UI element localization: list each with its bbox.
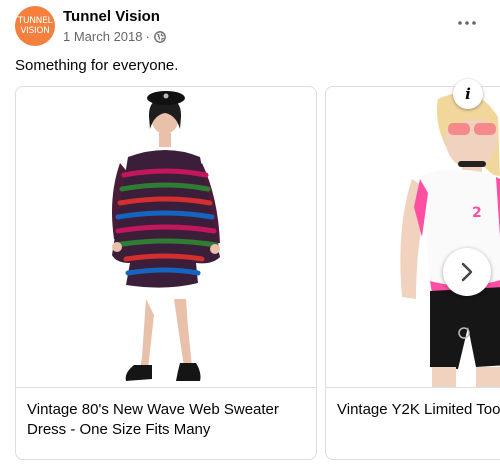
carousel-card[interactable]: Vintage 80's New Wave Web Sweater Dress …	[15, 86, 317, 460]
chevron-right-icon[interactable]	[443, 248, 491, 296]
post-date[interactable]: 1 March 2018	[63, 29, 143, 44]
page-avatar[interactable]: TUNNEL VISION	[15, 6, 55, 46]
product-image[interactable]: 2	[326, 87, 500, 387]
post-meta: 1 March 2018 ·	[63, 29, 166, 44]
card-divider	[16, 387, 316, 388]
meta-separator: ·	[145, 29, 150, 44]
card-title[interactable]: Vintage 80's New Wave Web Sweater Dress …	[27, 400, 308, 440]
post-caption: Something for everyone.	[15, 57, 179, 74]
avatar-text-line2: VISION	[20, 26, 50, 36]
card-title[interactable]: Vintage Y2K Limited Too XS/S	[337, 400, 500, 420]
svg-text:2: 2	[472, 205, 482, 221]
info-icon[interactable]: i	[453, 79, 483, 109]
product-image[interactable]	[16, 87, 316, 387]
more-options-icon[interactable]	[456, 12, 478, 34]
page-name-link[interactable]: Tunnel Vision	[63, 8, 160, 25]
avatar-text-line1: TUNNEL	[17, 16, 53, 26]
globe-icon	[153, 30, 166, 43]
card-divider	[326, 387, 500, 388]
